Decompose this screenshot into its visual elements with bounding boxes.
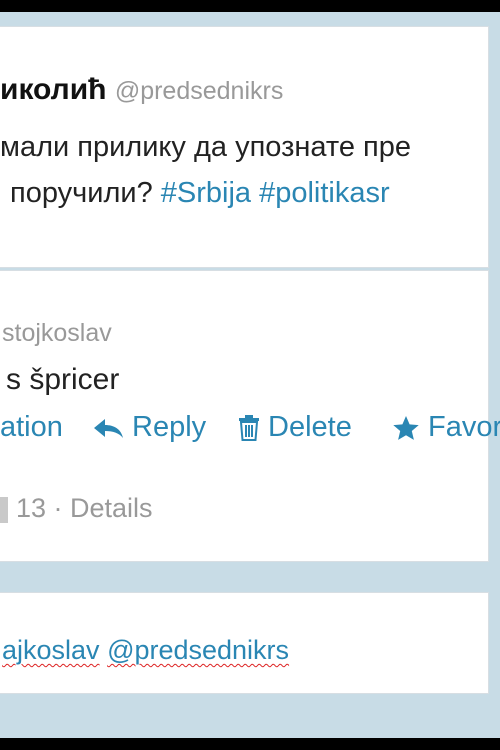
reply-text: s špricer [6,363,120,396]
view-conversation-link[interactable]: ation [0,411,63,444]
favorite-button[interactable]: Favor [392,411,500,444]
compose-mention-stojkoslav: ajkoslav [2,635,100,665]
compose-text[interactable]: ajkoslav @predsednikrs [2,635,289,666]
reply-meta: 13 · Details [0,493,153,524]
reply-button-label: Reply [132,411,207,443]
tweet-author-handle[interactable]: @predsednikrs [115,77,284,105]
original-tweet: иколић @predsednikrs мали прилику да упо… [0,26,489,268]
reply-button[interactable]: Reply [92,411,206,444]
truncated-avatar [0,496,8,523]
reply-arrow-icon [92,417,124,439]
tweet-author-name[interactable]: иколић [0,73,106,106]
compose-mention-predsednikrs: @predsednikrs [107,635,290,665]
hashtag-politikasr[interactable]: #politikasr [259,177,390,209]
delete-button[interactable]: Delete [238,411,352,444]
hashtag-srbija[interactable]: #Srbija [161,177,251,209]
tweet-text-line1: мали прилику да упознате пре [0,131,411,163]
compose-box[interactable]: ajkoslav @predsednikrs [0,592,489,694]
tweet-text-line2-body: поручили? [10,177,161,209]
reply-author-handle[interactable]: stojkoslav [2,319,112,348]
reply-tweet: stojkoslav s špricer ation Reply Delete … [0,270,500,562]
tweet-author[interactable]: иколић @predsednikrs [0,73,283,107]
view-conversation-label: ation [0,411,63,443]
trash-icon [238,414,260,441]
twitter-screenshot: иколић @predsednikrs мали прилику да упо… [0,12,500,738]
delete-button-label: Delete [268,411,352,443]
star-icon [392,415,420,441]
favorite-button-label: Favor [428,411,500,443]
reply-meta-text[interactable]: 13 · Details [16,493,153,523]
tweet-text-line2: поручили? #Srbija #politikasr [10,177,390,210]
